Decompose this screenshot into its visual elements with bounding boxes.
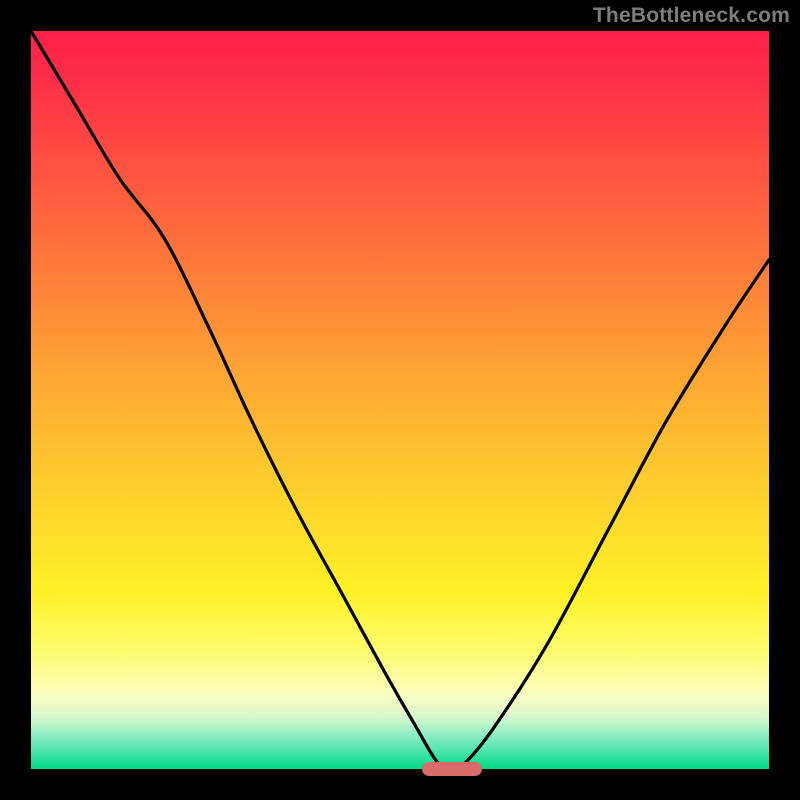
optimal-point-marker: [422, 762, 482, 776]
watermark-text: TheBottleneck.com: [593, 4, 790, 28]
chart-plot-area: [31, 31, 769, 769]
bottleneck-curve: [31, 31, 769, 769]
